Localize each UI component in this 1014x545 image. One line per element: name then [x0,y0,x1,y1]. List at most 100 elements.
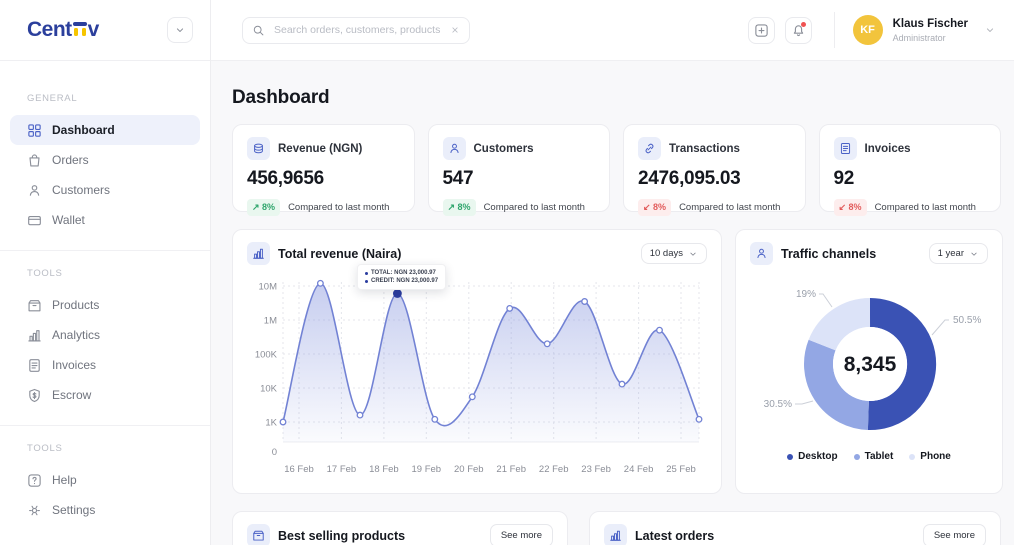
chart-title: Traffic channels [781,247,921,261]
search-box[interactable] [242,17,470,44]
stats-grid: Revenue (NGN)456,9656↗ 8%Compared to las… [232,124,1001,212]
profile-menu[interactable]: KF Klaus Fischer Administrator [853,15,1004,45]
legend-dot [854,454,860,460]
sidebar-item-label: Wallet [52,213,85,227]
svg-text:23 Feb: 23 Feb [581,464,611,475]
legend-dot [909,454,915,460]
sidebar-item-escrow[interactable]: Escrow [10,380,200,410]
stat-delta-badge: ↗ 8% [443,199,476,216]
stat-note: Compared to last month [679,202,780,213]
tooltip-line: TOTAL: NGN 23,000.97 [365,269,438,277]
donut-total: 8,345 [844,353,897,376]
collapse-sidebar-button[interactable] [167,17,193,43]
stat-delta-badge: ↙ 8% [638,199,671,216]
stat-delta-badge: ↙ 8% [834,199,867,216]
person-icon [27,183,42,198]
stat-card-transactions: Transactions2476,095.03↙ 8%Compared to l… [623,124,806,212]
see-more-button[interactable]: See more [490,524,553,545]
stat-note: Compared to last month [484,202,585,213]
link-icon [638,137,661,160]
nav-section-label: GENERAL [10,93,200,104]
svg-text:17 Feb: 17 Feb [327,464,357,475]
profile-chevron-icon [984,24,996,36]
sidebar-item-analytics[interactable]: Analytics [10,320,200,350]
svg-text:21 Feb: 21 Feb [496,464,526,475]
svg-text:1K: 1K [265,418,277,429]
chevron-down-icon [969,249,979,259]
sidebar-divider [0,425,210,426]
chevron-down-icon [174,24,186,36]
sidebar-item-settings[interactable]: Settings [10,495,200,525]
sidebar-item-wallet[interactable]: Wallet [10,205,200,235]
svg-text:10K: 10K [260,384,278,395]
stat-delta-badge: ↗ 8% [247,199,280,216]
shopping-bag-icon [27,153,42,168]
topbar: KF Klaus Fischer Administrator [211,0,1014,61]
bottom-panels-row: Best selling productsSee moreLatest orde… [232,511,1001,545]
revenue-range-value: 10 days [650,248,683,259]
stat-label: Revenue (NGN) [278,143,362,155]
logo-text-prefix: Cent [27,18,72,42]
document-icon [27,358,42,373]
sidebar-item-customers[interactable]: Customers [10,175,200,205]
svg-text:20 Feb: 20 Feb [454,464,484,475]
stat-card-invoices: Invoices92↙ 8%Compared to last month [819,124,1002,212]
svg-text:10M: 10M [259,282,278,293]
sidebar-item-label: Dashboard [52,123,115,137]
bar-chart-icon [247,242,270,265]
svg-text:25 Feb: 25 Feb [666,464,696,475]
svg-text:19 Feb: 19 Feb [412,464,442,475]
area-chart-region: TOTAL: NGN 23,000.97CREDIT: NGN 23,000.9… [233,274,721,493]
traffic-range-select[interactable]: 1 year [929,243,988,264]
sidebar: Centv GENERALDashboardOrdersCustomersWal… [0,0,211,545]
sidebar-item-label: Settings [52,503,95,517]
sidebar-item-orders[interactable]: Orders [10,145,200,175]
page-title: Dashboard [232,87,1001,109]
area-chart-svg: 10M1M100K10K1K016 Feb17 Feb18 Feb19 Feb2… [247,274,705,480]
sidebar-item-label: Invoices [52,358,96,372]
main-content: Dashboard Revenue (NGN) 456,9656 ↗ 8% Compa… [211,61,1014,545]
sidebar-item-label: Customers [52,183,110,197]
stat-value: 547 [443,168,596,190]
charts-row: Total revenue (Naira) 10 days TOTAL: NGN… [232,229,1001,494]
create-new-button[interactable] [748,17,775,44]
svg-text:0: 0 [272,447,277,458]
stat-card-revenue-ngn: Revenue (NGN)456,9656↗ 8%Compared to las… [232,124,415,212]
see-more-button[interactable]: See more [923,524,986,545]
avatar: KF [853,15,883,45]
dashboard-grid-icon [27,123,42,138]
sidebar-item-label: Help [52,473,77,487]
panel-best-selling-products: Best selling products See more [232,511,568,545]
sidebar-item-help[interactable]: Help [10,465,200,495]
gear-icon [27,503,42,518]
legend-label: Desktop [798,451,837,462]
clear-search-icon[interactable] [450,25,460,35]
stat-value: 456,9656 [247,168,400,190]
stat-label: Transactions [669,143,740,155]
sidebar-item-dashboard[interactable]: Dashboard [10,115,200,145]
topbar-divider [834,12,835,48]
package-box-icon [247,524,270,545]
sidebar-item-products[interactable]: Products [10,290,200,320]
svg-text:22 Feb: 22 Feb [539,464,569,475]
svg-text:100K: 100K [255,350,278,361]
revenue-range-select[interactable]: 10 days [641,243,707,264]
traffic-channels-card: Traffic channels 1 year 50.5%30.5%19%8,3… [735,229,1003,494]
donut-legend: DesktopTabletPhone [736,447,1002,474]
panel-title: Best selling products [278,529,482,543]
sidebar-item-invoices[interactable]: Invoices [10,350,200,380]
user-name: Klaus Fischer [893,18,968,31]
help-square-icon [27,473,42,488]
traffic-header: Traffic channels 1 year [736,230,1002,274]
logo-ii-mark [73,22,87,36]
legend-item-desktop: Desktop [787,451,837,462]
bar-chart-icon [604,524,627,545]
revenue-chart-card: Total revenue (Naira) 10 days TOTAL: NGN… [232,229,722,494]
user-role: Administrator [893,33,968,43]
notifications-button[interactable] [785,17,812,44]
legend-item-phone: Phone [909,451,951,462]
legend-label: Phone [920,451,951,462]
donut-chart-region: 50.5%30.5%19%8,345 [736,274,1002,447]
search-input[interactable] [272,23,443,37]
stat-value: 92 [834,168,987,190]
